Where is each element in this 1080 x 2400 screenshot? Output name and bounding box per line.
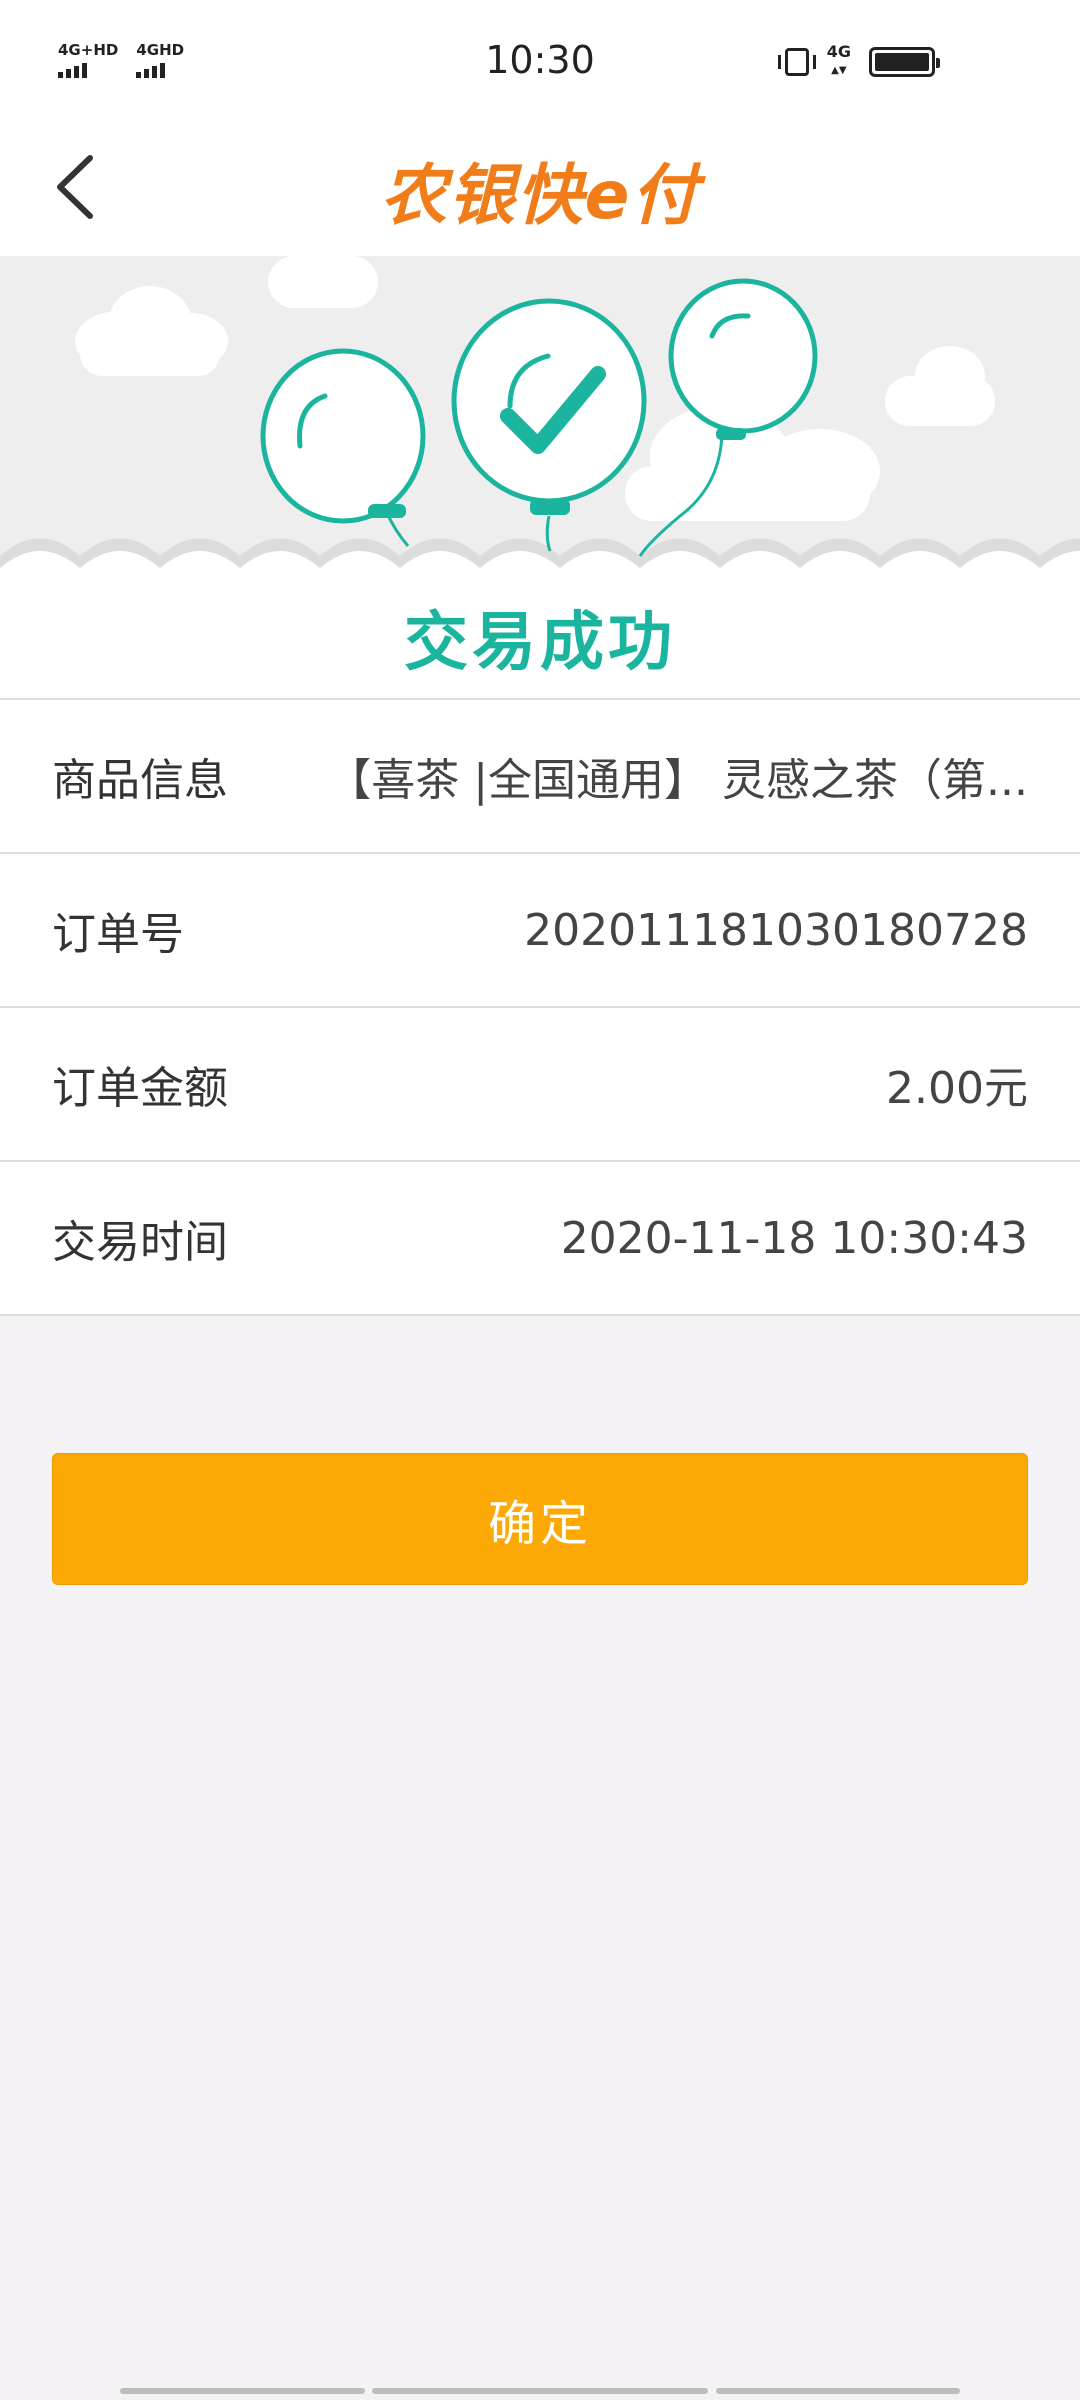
time-value: 2020-11-18 10:30:43 <box>560 1212 1028 1264</box>
gesture-bar-left <box>120 2388 365 2394</box>
detail-row-product: 商品信息 【喜茶 |全国通用】 灵感之茶（第... <box>0 700 1080 854</box>
time-label: 交易时间 <box>52 1217 228 1268</box>
detail-row-time: 交易时间 2020-11-18 10:30:43 <box>0 1162 1080 1316</box>
network-type: 4G ▲▼ <box>827 44 851 79</box>
network-label: 4G <box>826 42 851 61</box>
product-value: 【喜茶 |全国通用】 灵感之茶（第... <box>327 755 1028 806</box>
order-number-value: 2020111810301807​28 <box>524 904 1028 956</box>
vibrate-icon <box>777 47 816 76</box>
confirm-button[interactable]: 确定 <box>52 1453 1028 1585</box>
amount-label: 订单金额 <box>52 1063 228 1114</box>
order-number-label: 订单号 <box>52 909 184 960</box>
success-title: 交易成功 <box>404 606 676 680</box>
gesture-bar-center <box>372 2388 708 2394</box>
amount-value: 2.00元 <box>886 1063 1028 1114</box>
data-arrows-icon: ▲▼ <box>831 65 847 76</box>
battery-icon <box>869 46 940 77</box>
gesture-bar-right <box>716 2388 960 2394</box>
header: 农银快e付 <box>0 122 1080 256</box>
success-banner: 交易成功 <box>0 256 1080 699</box>
product-label: 商品信息 <box>52 755 228 806</box>
detail-row-amount: 订单金额 2.00元 <box>0 1008 1080 1162</box>
status-icons: 4G ▲▼ <box>777 44 940 79</box>
detail-row-order-number: 订单号 2020111810301807​28 <box>0 854 1080 1008</box>
status-bar: 4G+HD 4GHD 10:30 4G ▲▼ <box>0 0 1080 122</box>
transaction-details: 商品信息 【喜茶 |全国通用】 灵感之茶（第... 订单号 2020111810… <box>0 698 1080 1316</box>
app-logo: 农银快e付 <box>380 157 700 234</box>
